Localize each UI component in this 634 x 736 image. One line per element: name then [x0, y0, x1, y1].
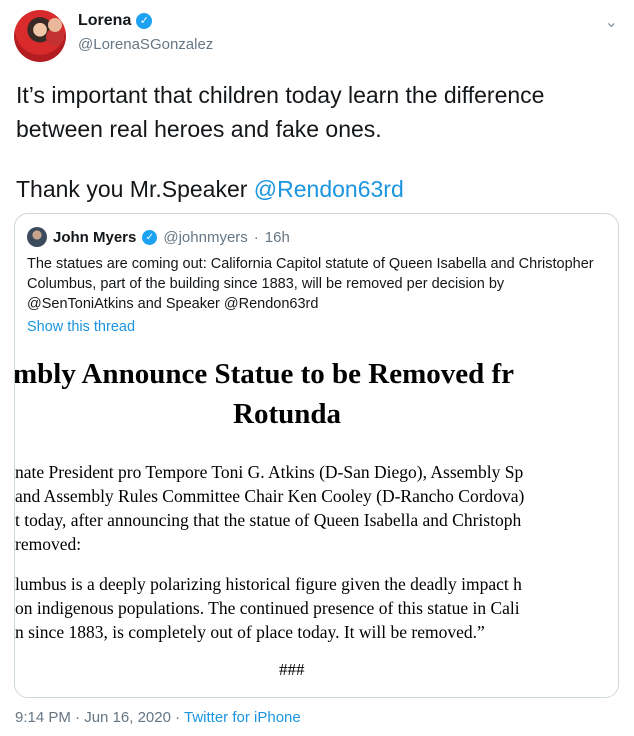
- tweet-footer: 9:14 PM · Jun 16, 2020 · Twitter for iPh…: [15, 709, 301, 726]
- verified-badge-icon: ✓: [136, 13, 153, 29]
- quoted-tweet-header: John Myers ✓ @johnmyers · 16h: [27, 226, 290, 248]
- document-line: nate President pro Tempore Toni G. Atkin…: [15, 462, 524, 482]
- quoted-tweet-text: The statues are coming out: California C…: [27, 256, 594, 312]
- quoted-tweet-age[interactable]: 16h: [265, 229, 290, 246]
- tweet-text-prefix: Thank you Mr.Speaker: [16, 176, 254, 202]
- verified-badge-icon: ✓: [142, 229, 158, 245]
- document-line: lumbus is a deeply polarizing historical…: [15, 574, 522, 594]
- separator-dot: ·: [253, 228, 259, 246]
- document-line: and Assembly Rules Committee Chair Ken C…: [15, 486, 525, 506]
- author-name-row[interactable]: Lorena ✓: [78, 12, 153, 30]
- quoted-author-avatar[interactable]: [27, 227, 47, 247]
- author-name[interactable]: Lorena: [78, 12, 131, 30]
- document-line: on indigenous populations. The continued…: [15, 598, 520, 618]
- quoted-tweet[interactable]: John Myers ✓ @johnmyers · 16h The statue…: [14, 213, 619, 698]
- quoted-author-handle[interactable]: @johnmyers: [163, 229, 247, 246]
- quoted-author-name[interactable]: John Myers: [53, 229, 136, 246]
- tweet-body: It’s important that children today learn…: [16, 78, 616, 206]
- author-handle[interactable]: @LorenaSGonzalez: [78, 36, 213, 53]
- document-line: t today, after announcing that the statu…: [15, 510, 522, 530]
- quoted-media-image[interactable]: mbly Announce Statue to be Removed fr Ro…: [15, 350, 618, 697]
- tweet-header: Lorena ✓ @LorenaSGonzalez ⌄: [14, 10, 620, 64]
- show-thread-link[interactable]: Show this thread: [27, 319, 135, 335]
- tweet-text-line: between real heroes and fake ones.: [16, 116, 382, 142]
- mention-link[interactable]: @Rendon63rd: [254, 176, 404, 202]
- chevron-down-icon[interactable]: ⌄: [605, 12, 618, 32]
- document-end-mark: ###: [279, 660, 305, 679]
- author-avatar[interactable]: [14, 10, 66, 62]
- document-title: Rotunda: [233, 398, 341, 430]
- tweet-source-link[interactable]: Twitter for iPhone: [184, 709, 301, 726]
- document-title: mbly Announce Statue to be Removed fr: [15, 358, 515, 390]
- tweet-text-line: Thank you Mr.Speaker @Rendon63rd: [16, 172, 616, 206]
- document-line: n since 1883, is completely out of place…: [15, 622, 485, 642]
- tweet-timestamp[interactable]: 9:14 PM · Jun 16, 2020 ·: [15, 709, 184, 726]
- document-line: removed:: [15, 534, 82, 554]
- tweet-text-line: It’s important that children today learn…: [16, 82, 545, 108]
